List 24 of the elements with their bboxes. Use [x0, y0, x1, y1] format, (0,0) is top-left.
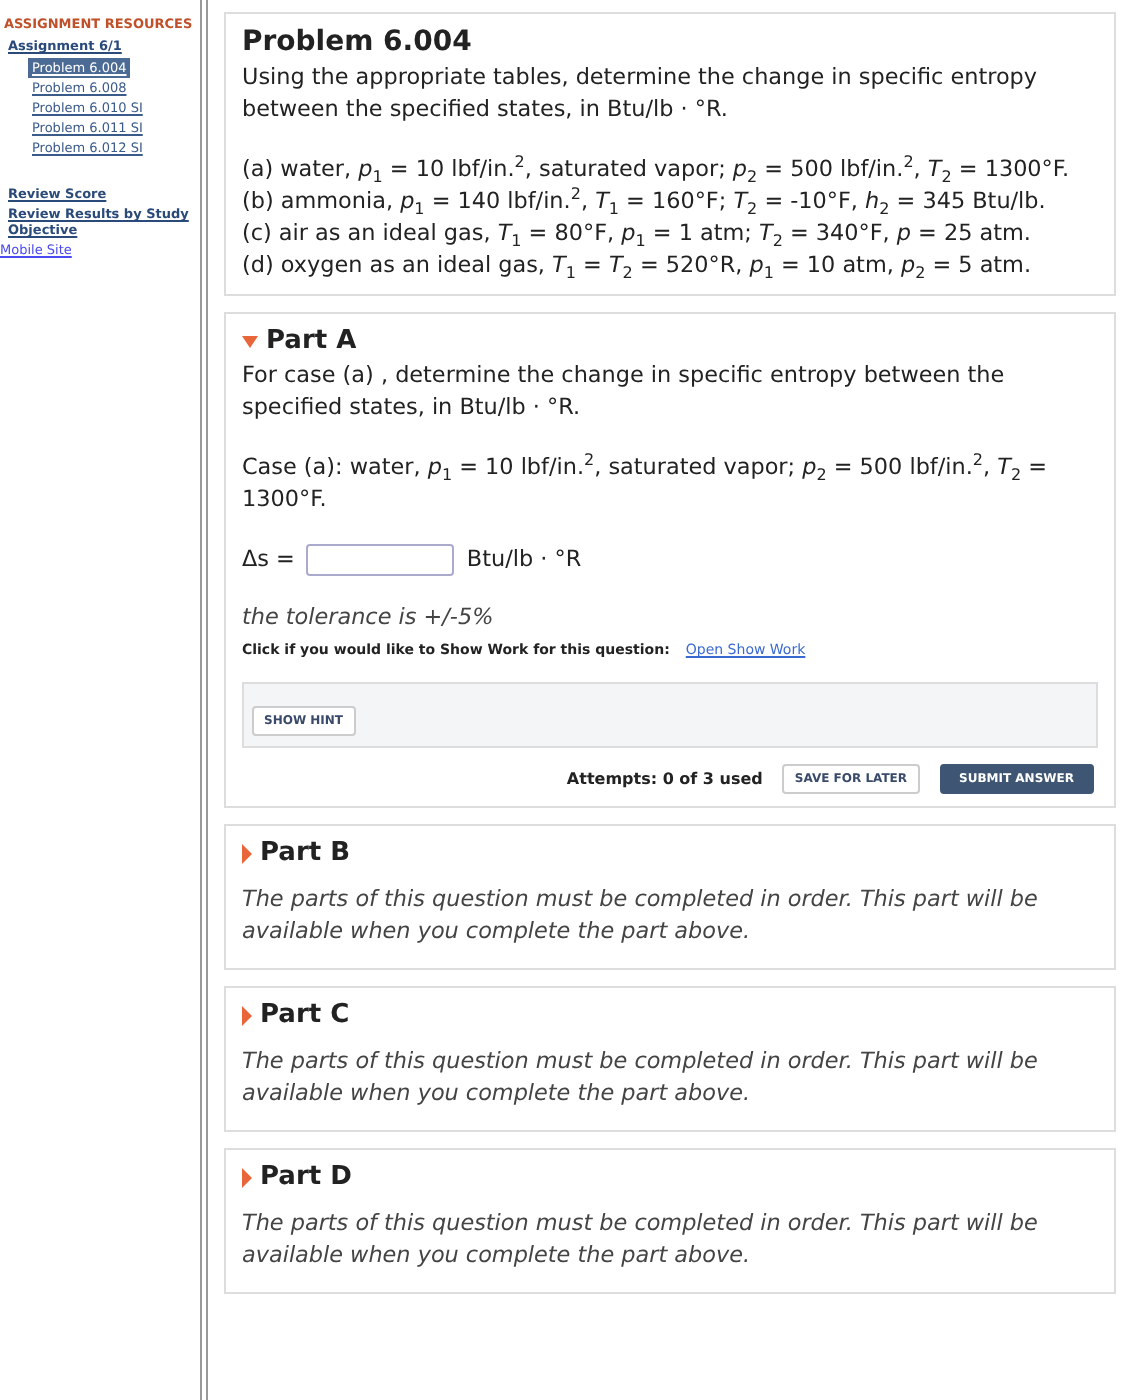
attempts-counter: Attempts: 0 of 3 used: [566, 770, 763, 788]
part-question: For case (a) , determine the change in specific entropy between the specified states, in Btu/lb · °R.: [242, 360, 1007, 424]
problem-title: Problem 6.004: [242, 26, 474, 58]
answer-label: Δs =: [242, 544, 295, 576]
case-text: (a) water, p$_{1}$ = 10 lbf/in.$^{2}$, saturated vapor; p$_{2}$ = 500 lbf/in.$^{2}$, T$_{2}$ = 1300°F.: [242, 154, 1072, 186]
part-title[interactable]: Part A: [266, 326, 357, 356]
answer-field[interactable]: [306, 544, 455, 576]
disclosure-triangle-icon[interactable]: [242, 335, 258, 347]
disclosure-triangle-icon[interactable]: [242, 843, 252, 863]
disclosure-triangle-icon[interactable]: [242, 1005, 252, 1025]
part-title[interactable]: Part B: [260, 838, 351, 868]
problem-statement: Using the appropriate tables, determine the change in specific entropy between the specified states, in Btu/lb · °R.: [242, 62, 1040, 126]
disclosure-triangle-icon[interactable]: [242, 1167, 252, 1187]
case-text: (c) air as an ideal gas, T$_{1}$ = 80°F, p$_{1}$ = 1 atm; T$_{2}$ = 340°F, p = 25 atm.: [242, 218, 1033, 250]
case-text: (b) ammonia, p$_{1}$ = 140 lbf/in.$^{2}$, T$_{1}$ = 160°F; T$_{2}$ = -10°F, h$_{2}$ = 345 Btu/lb.: [242, 186, 1048, 218]
tolerance-note: the tolerance is +/-5%: [242, 604, 496, 630]
unit-label: Btu/lb · °R: [466, 544, 582, 576]
case-text: Case (a): water, p$_{1}$ = 10 lbf/in.$^{2}$, saturated vapor; p$_{2}$ = 500 lbf/in.$^{2}$, T$_{2}$ = 1300°F.: [242, 452, 1049, 516]
part-title[interactable]: Part C: [260, 1000, 350, 1030]
locked-message: The parts of this question must be completed in order. This part will be available when you complete the part above.: [242, 1046, 1040, 1110]
part-title[interactable]: Part D: [260, 1162, 352, 1192]
locked-message: The parts of this question must be completed in order. This part will be available when you complete the part above.: [242, 884, 1040, 948]
case-text: (d) oxygen as an ideal gas, T$_{1}$ = T$_{2}$ = 520°R, p$_{1}$ = 10 atm, p$_{2}$ = 5 atm.: [242, 250, 1034, 282]
locked-message: The parts of this question must be completed in order. This part will be available when you complete the part above.: [242, 1208, 1040, 1272]
